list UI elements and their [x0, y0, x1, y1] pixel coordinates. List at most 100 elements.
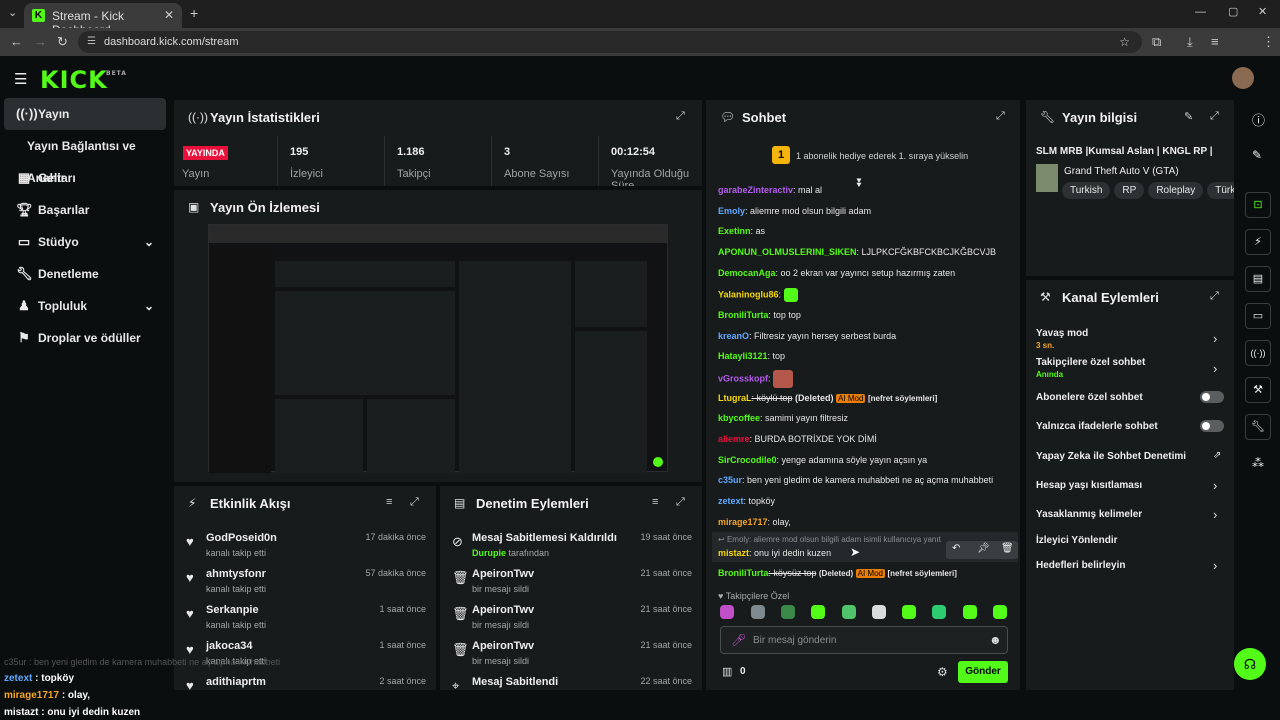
tag[interactable]: Türkç [1207, 182, 1234, 199]
followers-chat-row[interactable]: Takipçilere özel sohbet Anında [1036, 357, 1145, 379]
action-name[interactable]: ApeironTwv [472, 568, 534, 580]
emote-icon[interactable] [720, 605, 734, 619]
microphone-icon[interactable]: 🎤︎ [731, 633, 746, 647]
popout-icon[interactable]: ⤢ [1210, 290, 1219, 303]
emote-icon[interactable] [811, 605, 825, 619]
category-name[interactable]: Grand Theft Auto V (GTA) [1064, 166, 1179, 177]
window-close-icon[interactable]: ✕ [1258, 5, 1267, 18]
sidebar-item-studio[interactable]: ▭ Stüdyo ⌄ [4, 226, 166, 258]
chat-username[interactable]: zetext [718, 496, 744, 506]
emote-icon[interactable] [963, 605, 977, 619]
follower-name[interactable]: jakoca34 [206, 640, 252, 652]
emote-icon[interactable] [751, 605, 765, 619]
action-name[interactable]: ApeironTwv [472, 604, 534, 616]
maximize-icon[interactable]: ▢ [1228, 5, 1238, 18]
chat-username[interactable]: BroniliTurta [718, 568, 768, 578]
rail-wrench-icon[interactable]: 🔧︎ [1245, 414, 1271, 440]
sidebar-item-community[interactable]: ♟ Topluluk ⌄ [4, 290, 166, 322]
chat-username[interactable]: LtugraL [718, 393, 752, 403]
hamburger-menu-icon[interactable]: ☰ [14, 70, 27, 88]
rail-capture-icon[interactable]: ⊡ [1245, 192, 1271, 218]
reading-list-icon[interactable]: ≡ [1211, 34, 1219, 49]
sidebar-item-stream[interactable]: ((·)) Yayın [4, 98, 166, 130]
site-info-icon[interactable]: ☰ [87, 31, 96, 53]
pause-scroll-icon[interactable]: ⏬︎ [857, 176, 863, 191]
sidebar-item-revenue[interactable]: ▦ Gelir [4, 162, 166, 194]
chat-username[interactable]: mirage1717 [718, 517, 768, 527]
bookmark-star-icon[interactable]: ☆ [1119, 31, 1130, 53]
browser-tab[interactable]: K Stream - Kick Dashboard ✕ [24, 3, 182, 37]
chat-username[interactable]: kbycoffee [718, 413, 760, 423]
tag[interactable]: RP [1114, 182, 1145, 199]
chat-username[interactable]: Emoly [718, 206, 745, 216]
send-button[interactable]: Gönder [958, 661, 1008, 683]
popout-icon[interactable]: ⤢ [996, 110, 1005, 123]
new-tab-icon[interactable]: + [190, 5, 198, 21]
chat-username[interactable]: Yalaninoglu86 [718, 289, 779, 299]
forward-icon[interactable]: → [34, 34, 47, 49]
download-icon[interactable]: ⤓ [1187, 34, 1193, 50]
account-age-row[interactable]: Hesap yaşı kısıtlaması [1036, 480, 1142, 491]
sidebar-item-moderation[interactable]: 🔧︎ Denetleme [4, 258, 166, 290]
rail-actions-icon[interactable]: ⚒ [1245, 377, 1271, 403]
subs-chat-toggle[interactable] [1200, 391, 1224, 403]
emote-icon[interactable] [902, 605, 916, 619]
close-tab-icon[interactable]: ✕ [164, 8, 174, 22]
chat-username[interactable]: garabeZinteractiv [718, 185, 793, 195]
pin-icon[interactable]: 📌︎ [977, 543, 990, 554]
chat-username[interactable]: DemocanAga [718, 268, 776, 278]
chat-username[interactable]: kreanO [718, 331, 749, 341]
popout-icon[interactable]: ⤢ [676, 496, 685, 509]
sidebar-item-drops[interactable]: ⚑ Droplar ve ödüller [4, 322, 166, 354]
avatar[interactable] [1232, 67, 1254, 89]
chat-username[interactable]: BroniliTurta [718, 310, 768, 320]
kick-logo[interactable]: KICK BETA [40, 66, 126, 94]
banned-words-row[interactable]: Yasaklanmış kelimeler [1036, 509, 1142, 520]
chat-username[interactable]: Hatayli3121 [718, 351, 768, 361]
emote-icon[interactable] [993, 605, 1007, 619]
reload-icon[interactable]: ↻ [57, 34, 68, 50]
popout-icon[interactable]: ⤢ [676, 110, 685, 123]
channel-points-icon[interactable]: ▥ [722, 665, 732, 678]
chat-username[interactable]: mistazt [718, 548, 749, 558]
chevron-right-icon[interactable]: › [1213, 331, 1217, 346]
chevron-right-icon[interactable]: › [1213, 478, 1217, 493]
info-icon[interactable]: ⓘ [1252, 110, 1265, 129]
moderator-name[interactable]: Durupie [472, 548, 506, 558]
rail-log-icon[interactable]: ▤ [1245, 266, 1271, 292]
reply-icon[interactable]: ↶ [952, 543, 960, 554]
tab-list-icon[interactable]: ⌄ [8, 6, 17, 19]
emote-icon[interactable] [932, 605, 946, 619]
external-link-icon[interactable]: ⇗ [1213, 450, 1221, 461]
chevron-right-icon[interactable]: › [1213, 507, 1217, 522]
chat-username[interactable]: APONUN_OLMUSLERINI_SIKEN [718, 247, 857, 257]
rail-chat-icon[interactable]: ▭ [1245, 303, 1271, 329]
rail-broadcast-icon[interactable]: ((·)) [1245, 340, 1271, 366]
popout-icon[interactable]: ⤢ [1210, 110, 1219, 123]
slow-mode-row[interactable]: Yavaş mod 3 sn. [1036, 328, 1088, 350]
chat-settings-icon[interactable]: ⚙ [937, 665, 948, 679]
chevron-right-icon[interactable]: › [1213, 361, 1217, 376]
chevron-right-icon[interactable]: › [1213, 558, 1217, 573]
follower-name[interactable]: Serkanpie [206, 604, 259, 616]
goals-row[interactable]: Hedefleri belirleyin [1036, 560, 1125, 571]
back-icon[interactable]: ← [10, 34, 23, 49]
filter-icon[interactable]: ≡ [386, 496, 392, 508]
ai-moderation-row[interactable]: Yapay Zeka ile Sohbet Denetimi [1036, 451, 1186, 462]
chat-input[interactable]: 🎤︎ Bir mesaj gönderin ☻ [720, 626, 1008, 654]
follower-name[interactable]: ahmtysfonr [206, 568, 266, 580]
stream-preview-video[interactable] [208, 224, 668, 473]
chat-username[interactable]: c35ur [718, 475, 742, 485]
rail-lightning-icon[interactable]: ⚡︎ [1245, 229, 1271, 255]
delete-icon[interactable]: 🗑︎ [1001, 543, 1014, 554]
chat-username[interactable]: Exetinn [718, 226, 751, 236]
support-button[interactable]: ☊ [1234, 648, 1266, 680]
minimize-icon[interactable]: — [1195, 6, 1206, 18]
follower-name[interactable]: adithiaprtm [206, 676, 266, 688]
chat-username[interactable]: aliemre [718, 434, 750, 444]
sidebar-item-stream-key[interactable]: Yayın Bağlantısı ve Anahtarı [20, 130, 170, 185]
chat-username[interactable]: SirCrocodile0 [718, 455, 777, 465]
add-panel-icon[interactable]: ⁂ [1252, 456, 1264, 470]
tag[interactable]: Roleplay [1148, 182, 1204, 199]
popout-icon[interactable]: ⤢ [410, 496, 419, 509]
